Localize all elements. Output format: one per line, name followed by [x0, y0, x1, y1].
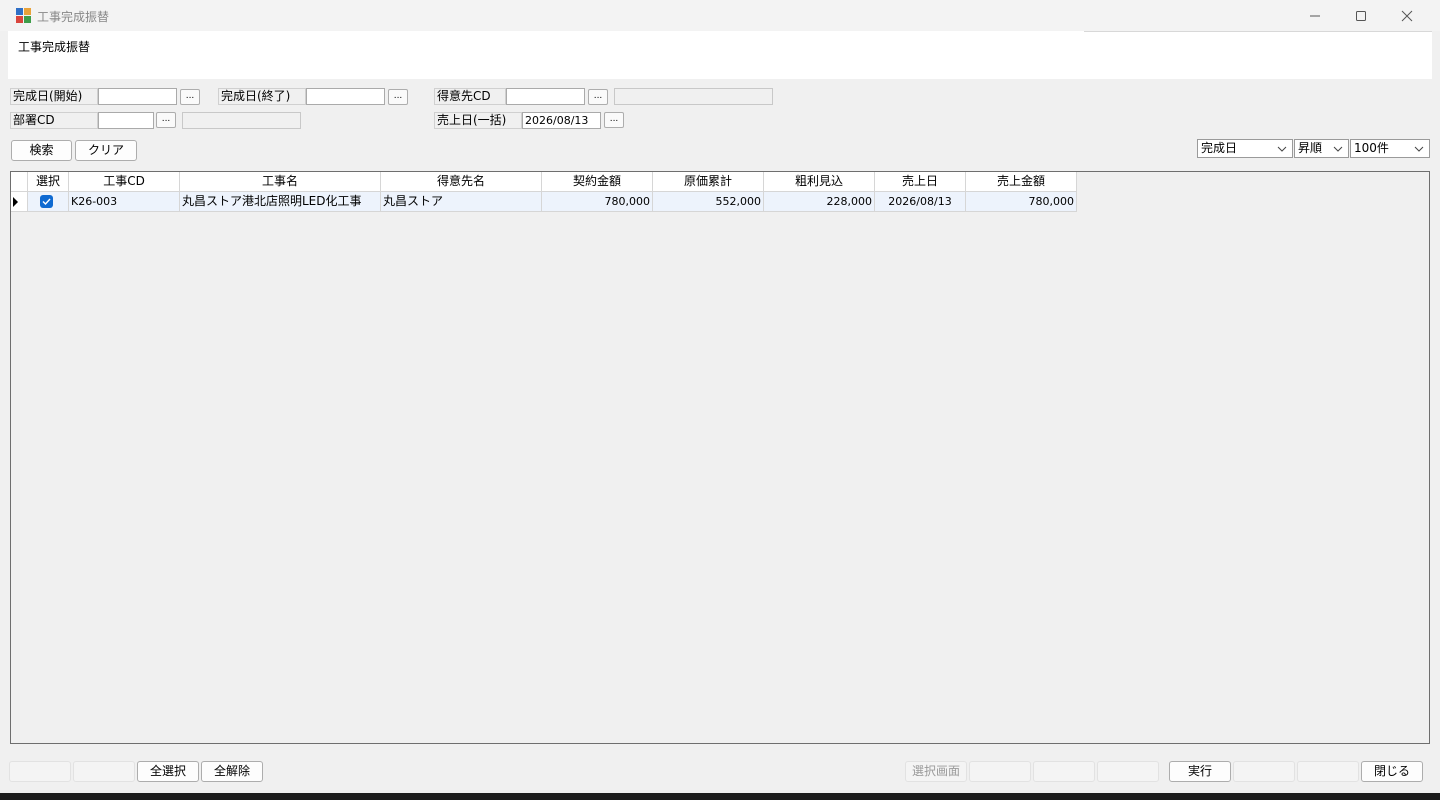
column-header-customer[interactable]: 得意先名 — [381, 172, 542, 192]
app-icon — [16, 8, 31, 23]
function-button-10 — [1233, 761, 1295, 782]
page-title: 工事完成振替 — [18, 40, 91, 54]
completion-end-input[interactable] — [306, 88, 385, 105]
chevron-down-icon — [1333, 146, 1343, 152]
dept-cd-input[interactable] — [98, 112, 154, 129]
function-button-7 — [1033, 761, 1095, 782]
chevron-down-icon — [1414, 146, 1424, 152]
window-title: 工事完成振替 — [37, 10, 110, 24]
column-header-select[interactable]: 選択 — [28, 172, 69, 192]
header-panel: 工事完成振替 — [8, 31, 1432, 79]
row-limit-select[interactable]: 100件 — [1350, 139, 1430, 158]
cell-customer[interactable]: 丸昌ストア — [381, 192, 542, 212]
sales-date-browse-button[interactable]: ... — [604, 112, 624, 128]
sort-order-value: 昇順 — [1298, 141, 1323, 155]
sort-order-select[interactable]: 昇順 — [1294, 139, 1349, 158]
column-header-cd[interactable]: 工事CD — [69, 172, 180, 192]
close-window-button[interactable] — [1384, 0, 1430, 31]
completion-start-label: 完成日(開始) — [10, 88, 98, 105]
function-button-6 — [969, 761, 1031, 782]
cell-margin[interactable]: 228,000 — [764, 192, 875, 212]
cell-sales-amount[interactable]: 780,000 — [966, 192, 1077, 212]
close-button[interactable]: 閉じる — [1361, 761, 1423, 782]
select-screen-button[interactable]: 選択画面 — [905, 761, 967, 782]
customer-name-display — [614, 88, 773, 105]
column-header-cost[interactable]: 原価累計 — [653, 172, 764, 192]
sales-date-label: 売上日(一括) — [434, 112, 522, 129]
completion-start-browse-button[interactable]: ... — [180, 89, 200, 105]
customer-cd-label: 得意先CD — [434, 88, 506, 105]
completion-end-label: 完成日(終了) — [218, 88, 306, 105]
dept-cd-label: 部署CD — [10, 112, 98, 129]
maximize-button[interactable] — [1338, 0, 1384, 31]
completion-start-input[interactable] — [98, 88, 177, 105]
function-button-11 — [1297, 761, 1359, 782]
row-header[interactable] — [11, 192, 28, 212]
execute-button[interactable]: 実行 — [1169, 761, 1231, 782]
title-bar: 工事完成振替 — [0, 0, 1440, 31]
close-icon — [1401, 10, 1413, 21]
cell-name[interactable]: 丸昌ストア港北店照明LED化工事 — [180, 192, 381, 212]
main-window: 工事完成振替 工事完成振替 完成日(開始) ... 完成日(終了) ... 得意… — [0, 0, 1440, 793]
cell-select[interactable] — [28, 192, 69, 212]
minimize-button[interactable] — [1292, 0, 1338, 31]
column-header-sales-amount[interactable]: 売上金額 — [966, 172, 1077, 192]
cell-sales-date[interactable]: 2026/08/13 — [875, 192, 966, 212]
checkbox-checked-icon[interactable] — [40, 195, 53, 208]
cell-cd[interactable]: K26-003 — [69, 192, 180, 212]
sort-field-value: 完成日 — [1201, 141, 1238, 155]
minimize-icon — [1310, 15, 1320, 16]
chevron-down-icon — [1277, 146, 1287, 152]
select-all-button[interactable]: 全選択 — [137, 761, 199, 782]
column-header-contract[interactable]: 契約金額 — [542, 172, 653, 192]
completion-end-browse-button[interactable]: ... — [388, 89, 408, 105]
data-grid[interactable]: 選択 工事CD 工事名 得意先名 契約金額 原価累計 粗利見込 売上日 売上金額… — [10, 171, 1430, 744]
clear-button[interactable]: クリア — [75, 140, 137, 161]
column-header-margin[interactable]: 粗利見込 — [764, 172, 875, 192]
row-limit-value: 100件 — [1354, 141, 1389, 155]
sort-field-select[interactable]: 完成日 — [1197, 139, 1293, 158]
function-button-8 — [1097, 761, 1159, 782]
customer-cd-input[interactable] — [506, 88, 585, 105]
column-header-sales-date[interactable]: 売上日 — [875, 172, 966, 192]
maximize-icon — [1356, 10, 1366, 21]
dept-name-display — [182, 112, 301, 129]
function-button-1 — [9, 761, 71, 782]
cell-cost[interactable]: 552,000 — [653, 192, 764, 212]
search-button[interactable]: 検索 — [11, 140, 72, 161]
cell-contract[interactable]: 780,000 — [542, 192, 653, 212]
grid-corner-header — [11, 172, 28, 192]
customer-cd-browse-button[interactable]: ... — [588, 89, 608, 105]
row-pointer-icon — [13, 197, 18, 207]
header-divider — [1084, 31, 1432, 32]
sales-date-input[interactable]: 2026/08/13 — [522, 112, 601, 129]
deselect-all-button[interactable]: 全解除 — [201, 761, 263, 782]
dept-cd-browse-button[interactable]: ... — [156, 112, 176, 128]
function-button-2 — [73, 761, 135, 782]
column-header-name[interactable]: 工事名 — [180, 172, 381, 192]
